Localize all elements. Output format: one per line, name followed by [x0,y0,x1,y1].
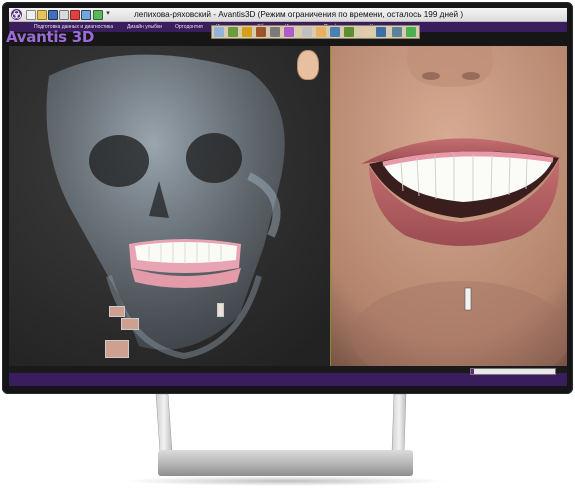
photo-viewport[interactable] [331,46,567,366]
photo-thumbnail[interactable] [105,340,129,358]
smile-photo [331,46,567,366]
photo-thumbnail[interactable] [109,306,125,317]
base-shadow [120,476,450,486]
progress-bar [470,368,556,375]
photo-thumbnail[interactable] [121,318,139,330]
photo-thumbnail[interactable] [217,303,224,317]
monitor-stand [155,394,407,453]
skull-viewport[interactable] [9,46,330,366]
monitor-base [158,450,413,476]
progress-fill [471,369,475,374]
face-orientation-icon[interactable] [297,50,319,80]
skull-3d-model [9,46,330,366]
